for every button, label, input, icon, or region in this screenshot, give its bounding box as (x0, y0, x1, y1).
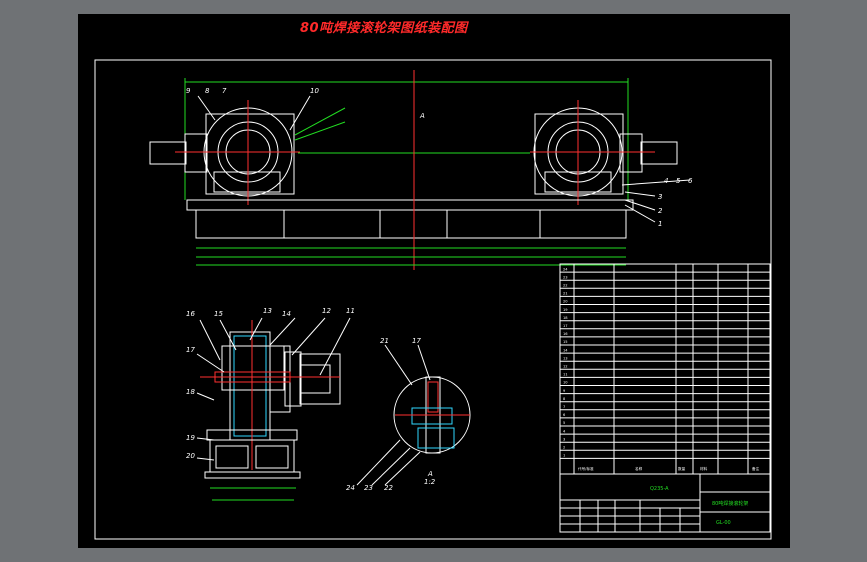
row-number: 17 (563, 324, 568, 328)
part-label: 8 (205, 87, 210, 95)
title-block-drawing-name: 80吨焊接滚轮架 (712, 500, 748, 507)
row-number: 5 (563, 421, 565, 425)
part-label: 2 (658, 207, 663, 215)
part-label: 19 (186, 434, 195, 442)
side-view (196, 317, 351, 501)
row-number: 9 (563, 389, 566, 393)
title-block-material: Q235-A (650, 486, 669, 492)
detail-scale: 1:2 (424, 478, 436, 486)
part-label: 11 (346, 307, 355, 315)
row-number: 3 (563, 437, 565, 441)
row-number: 6 (563, 413, 566, 417)
section-mark: A (419, 112, 425, 120)
row-number: 18 (563, 316, 568, 320)
header-note: 备注 (752, 466, 760, 471)
row-number: 20 (563, 300, 568, 304)
part-label: 14 (282, 310, 291, 318)
header-name: 名称 (635, 466, 643, 471)
row-number: 11 (563, 373, 568, 377)
part-label: 4 (664, 177, 668, 185)
row-number: 13 (563, 356, 568, 360)
title-block-drawing-number: GL-00 (716, 520, 731, 526)
row-number: 22 (563, 284, 568, 288)
part-label: 7 (222, 87, 227, 95)
title-block: Q235-A 80吨焊接滚轮架 GL-00 (559, 473, 771, 533)
row-number: 12 (563, 365, 568, 369)
part-label: 17 (412, 337, 421, 345)
part-label: 23 (364, 484, 373, 492)
part-label: 13 (263, 307, 272, 315)
header-code: 代号/标准 (578, 466, 594, 471)
row-number: 8 (563, 397, 566, 401)
part-label: 18 (186, 388, 195, 396)
row-number: 21 (563, 292, 568, 296)
parts-list (559, 263, 771, 475)
header-material: 材料 (700, 466, 708, 471)
part-label: 22 (384, 484, 393, 492)
row-number: 15 (563, 340, 568, 344)
detail-view (356, 344, 471, 486)
drawing-frame (94, 59, 772, 540)
row-number: 24 (563, 267, 568, 271)
part-label: 21 (380, 337, 389, 345)
part-label: 5 (676, 177, 681, 185)
row-number: 10 (563, 381, 568, 385)
row-number: 23 (563, 275, 568, 279)
row-number: 2 (563, 446, 565, 450)
front-view-labels: 9 8 7 10 1 2 3 4 5 6 A (186, 87, 693, 228)
part-label: 20 (186, 452, 195, 460)
parts-list-row-numbers: 24 23 22 21 20 19 18 17 16 15 14 13 12 1… (563, 267, 568, 457)
part-label: 24 (346, 484, 355, 492)
header-qty: 数量 (678, 466, 686, 471)
row-number: 1 (563, 454, 565, 458)
part-label: 12 (322, 307, 331, 315)
part-label: 17 (186, 346, 195, 354)
row-number: 7 (563, 405, 565, 409)
part-label: 3 (658, 193, 662, 201)
detail-mark: A (427, 470, 433, 478)
cad-drawing: 9 8 7 10 1 2 3 4 5 6 A 16 15 14 13 12 11… (94, 59, 772, 540)
part-label: 1 (658, 220, 662, 228)
part-label: 15 (214, 310, 223, 318)
front-view (149, 70, 691, 270)
part-label: 10 (310, 87, 319, 95)
row-number: 19 (563, 308, 568, 312)
parts-list-header: 代号/标准 名称 数量 材料 备注 (578, 466, 760, 471)
part-label: 6 (688, 177, 693, 185)
row-number: 4 (563, 429, 566, 433)
part-label: 9 (186, 87, 191, 95)
part-label: 16 (186, 310, 195, 318)
row-number: 16 (563, 332, 568, 336)
row-number: 14 (563, 348, 568, 352)
